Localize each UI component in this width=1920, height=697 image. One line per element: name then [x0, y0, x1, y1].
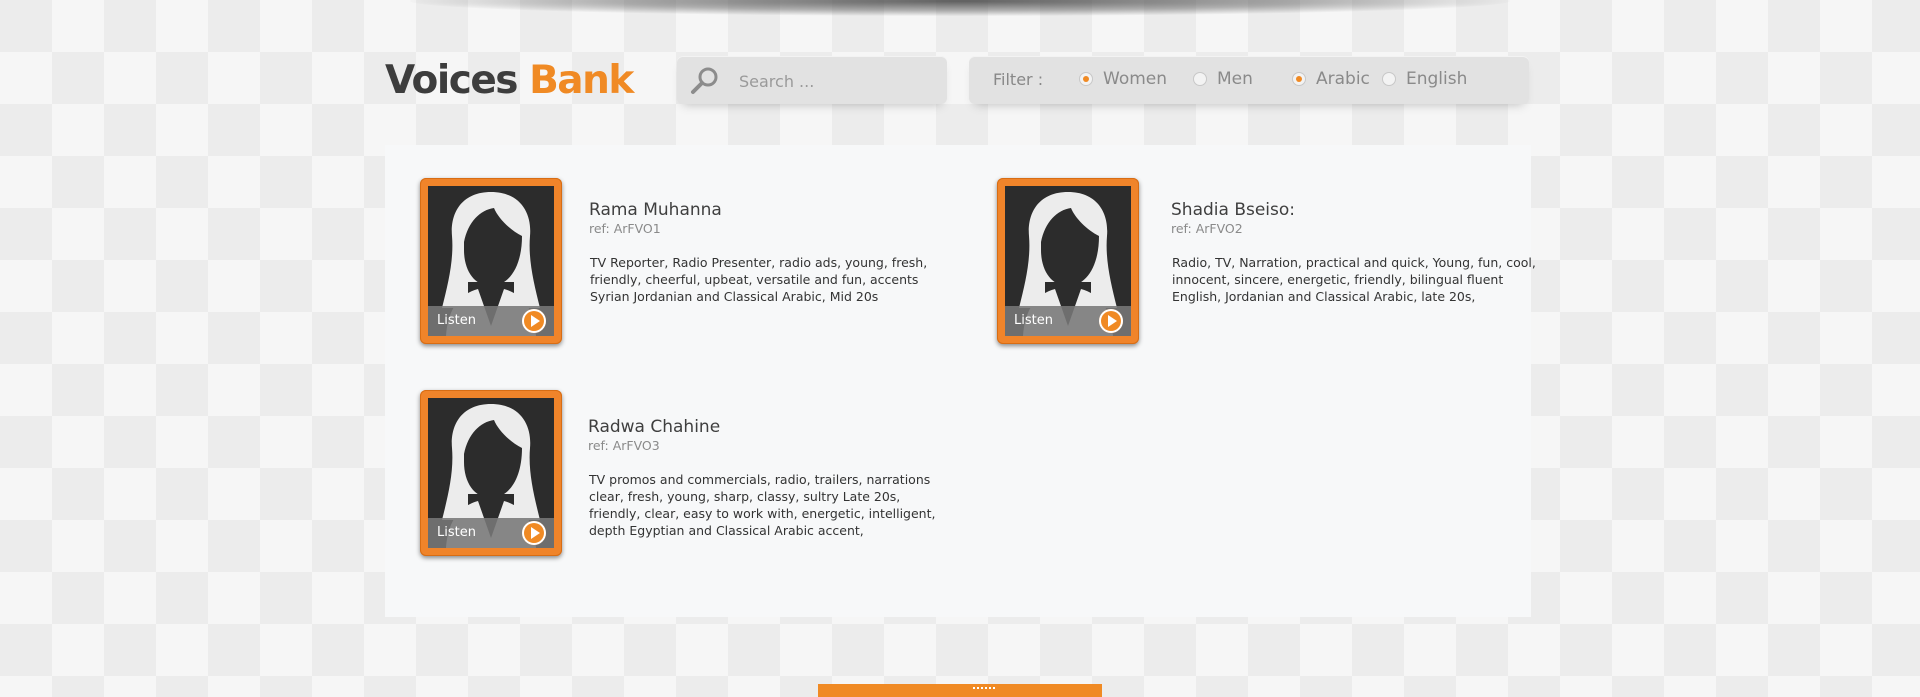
play-icon[interactable] [522, 309, 546, 333]
filter-english-label: English [1406, 69, 1468, 89]
voice-photo-frame[interactable]: Listen [420, 390, 562, 556]
search-box [677, 56, 947, 104]
description-line: innocent, sincere, energetic, friendly, … [1172, 272, 1504, 287]
description-line: TV promos and commercials, radio, traile… [589, 472, 931, 487]
radio-checked-icon[interactable] [1292, 72, 1306, 86]
top-shadow-decoration [410, 0, 1510, 16]
description-line: Syrian Jordanian and Classical Arabic, M… [590, 289, 879, 304]
filter-label: Filter : [993, 70, 1044, 89]
voices-panel: Listen Rama Muhanna ref: ArFVO1 TV Repor… [385, 145, 1536, 617]
radio-checked-icon[interactable] [1079, 72, 1093, 86]
listen-label: Listen [1014, 313, 1053, 328]
description-line: friendly, cheerful, upbeat, versatile an… [590, 272, 919, 287]
play-icon[interactable] [522, 521, 546, 545]
description-line: English, Jordanian and Classical Arabic,… [1172, 289, 1476, 304]
filter-bar: Filter : Women Men Arabic English [969, 56, 1529, 104]
description-line: depth Egyptian and Classical Arabic acce… [589, 523, 864, 538]
voice-description: TV promos and commercials, radio, traile… [589, 471, 935, 539]
description-line: clear, fresh, young, sharp, classy, sult… [589, 489, 901, 504]
voice-name[interactable]: Radwa Chahine [588, 417, 720, 437]
avatar: Listen [428, 186, 554, 336]
logo-word-voices: Voices [385, 58, 519, 103]
voice-name[interactable]: Rama Muhanna [589, 200, 722, 220]
listen-label: Listen [437, 313, 476, 328]
description-line: TV Reporter, Radio Presenter, radio ads,… [590, 255, 928, 270]
filter-arabic-label: Arabic [1316, 69, 1370, 89]
description-line: friendly, clear, easy to work with, ener… [589, 506, 936, 521]
filter-men-label: Men [1217, 69, 1253, 89]
radio-unchecked-icon[interactable] [1193, 72, 1207, 86]
description-line: Radio, TV, Narration, practical and quic… [1172, 255, 1536, 270]
voice-description: TV Reporter, Radio Presenter, radio ads,… [590, 254, 927, 305]
play-icon[interactable] [1099, 309, 1123, 333]
listen-label: Listen [437, 525, 476, 540]
voice-ref: ref: ArFVO1 [589, 221, 661, 236]
search-input[interactable] [737, 68, 931, 94]
voice-photo-frame[interactable]: Listen [420, 178, 562, 344]
voice-name[interactable]: Shadia Bseiso: [1171, 200, 1295, 220]
avatar: Listen [1005, 186, 1131, 336]
footer-tab[interactable] [818, 684, 1102, 697]
voice-ref: ref: ArFVO2 [1171, 221, 1243, 236]
listen-bar[interactable]: Listen [428, 518, 554, 548]
filter-women-label: Women [1103, 69, 1168, 89]
search-icon[interactable] [689, 65, 721, 97]
site-logo[interactable]: Voices Bank [385, 58, 634, 103]
avatar: Listen [428, 398, 554, 548]
listen-bar[interactable]: Listen [1005, 306, 1131, 336]
voice-ref: ref: ArFVO3 [588, 438, 660, 453]
logo-word-bank: Bank [529, 58, 634, 103]
listen-bar[interactable]: Listen [428, 306, 554, 336]
voice-photo-frame[interactable]: Listen [997, 178, 1139, 344]
voice-description: Radio, TV, Narration, practical and quic… [1172, 254, 1536, 305]
radio-unchecked-icon[interactable] [1382, 72, 1396, 86]
